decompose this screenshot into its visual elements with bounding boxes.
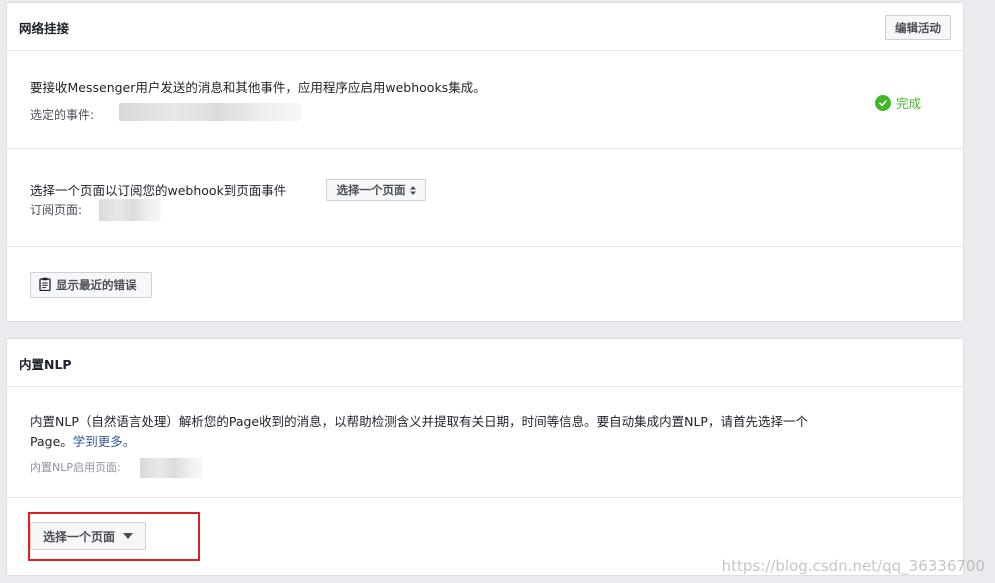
webhooks-title: 网络挂接 [19,21,70,36]
learn-more-link[interactable]: 学到更多。 [73,434,136,449]
nlp-card: 内置NLP 内置NLP（自然语言处理）解析您的Page收到的消息，以帮助检测含义… [6,338,964,576]
status-badge: 完成 [874,93,921,112]
webhooks-errors-section: 显示最近的错误 [7,247,963,323]
nlp-select-page-label: 选择一个页面 [42,529,115,544]
nlp-enabled-pages-label: 内置NLP启用页面: [30,461,121,474]
caret-down-icon [123,531,133,542]
selected-events-value-redacted [119,103,301,121]
nlp-description-line1: 内置NLP（自然语言处理）解析您的Page收到的消息，以帮助检测含义并提取有关日… [30,414,808,429]
edit-events-button[interactable]: 编辑活动 [885,15,951,40]
show-recent-errors-label: 显示最近的错误 [56,278,137,292]
show-recent-errors-button[interactable]: 显示最近的错误 [30,272,152,298]
nlp-enabled-pages-value-redacted [140,458,202,478]
nlp-title: 内置NLP [19,357,72,372]
check-circle-icon [874,94,891,111]
subscribe-instructions: 选择一个页面以订阅您的webhook到页面事件 [30,183,287,198]
nlp-description-page: Page。 [30,434,73,449]
clipboard-icon [39,277,51,294]
nlp-card-header: 内置NLP [7,339,963,387]
webhooks-description: 要接收Messenger用户发送的消息和其他事件，应用程序应启用webhooks… [30,80,486,95]
subscribed-page-value-redacted [99,199,161,221]
status-text: 完成 [895,96,921,111]
webhooks-card-header: 网络挂接 编辑活动 [7,3,963,51]
selected-events-label: 选定的事件: [30,108,95,122]
nlp-description-section: 内置NLP（自然语言处理）解析您的Page收到的消息，以帮助检测含义并提取有关日… [7,387,963,498]
nlp-select-page-dropdown[interactable]: 选择一个页面 [30,522,146,550]
select-page-dropdown[interactable]: 选择一个页面 [326,179,426,201]
webhooks-integration-section: 要接收Messenger用户发送的消息和其他事件，应用程序应启用webhooks… [7,51,963,149]
watermark: https://blog.csdn.net/qq_36336700 [721,557,985,575]
sort-arrows-icon [409,185,416,195]
subscribed-page-label: 订阅页面: [30,203,83,217]
webhooks-subscribe-section: 选择一个页面以订阅您的webhook到页面事件 订阅页面: 选择一个页面 [7,149,963,247]
select-page-label: 选择一个页面 [336,183,406,197]
nlp-description-line2: Page。学到更多。 [30,431,135,450]
webhooks-card: 网络挂接 编辑活动 要接收Messenger用户发送的消息和其他事件，应用程序应… [6,2,964,322]
